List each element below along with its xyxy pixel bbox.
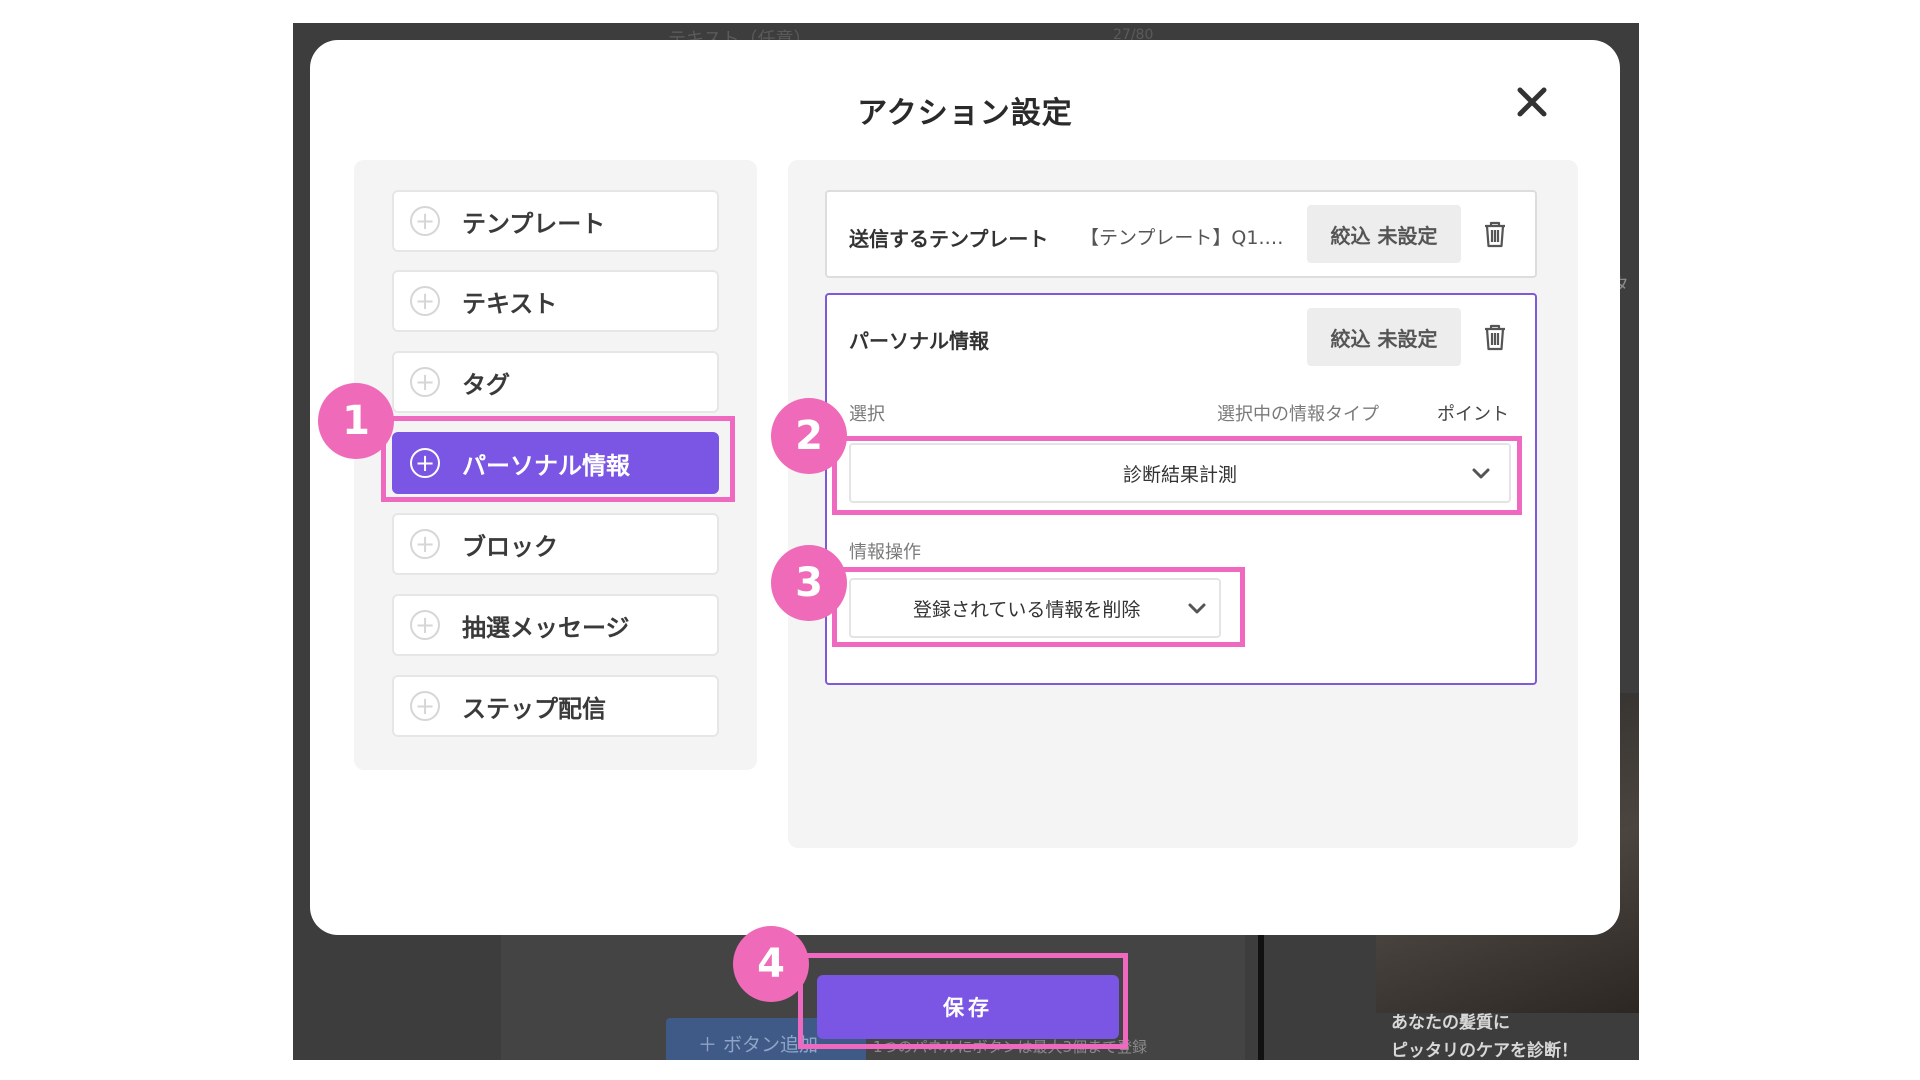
menu-item-label: タグ xyxy=(462,370,510,399)
close-icon[interactable] xyxy=(1512,82,1552,122)
save-button[interactable]: 保存 xyxy=(817,975,1119,1039)
menu-item-lottery-message[interactable]: + 抽選メッセージ xyxy=(392,594,719,656)
select-field-label: 選択 xyxy=(849,404,885,425)
trash-icon[interactable] xyxy=(1480,219,1510,249)
menu-item-block[interactable]: + ブロック xyxy=(392,513,719,575)
menu-item-template[interactable]: + テンプレート xyxy=(392,190,719,252)
modal-title: アクション設定 xyxy=(857,96,1073,131)
bg-divider xyxy=(1258,935,1264,1060)
step-badge-4: 4 xyxy=(733,926,809,1002)
step-badge-1: 1 xyxy=(318,383,394,459)
template-action-card: 送信するテンプレート 【テンプレート】Q1.… 絞込 未設定 xyxy=(825,190,1537,278)
filter-button[interactable]: 絞込 未設定 xyxy=(1307,308,1461,366)
template-card-label: 送信するテンプレート xyxy=(849,227,1049,251)
menu-item-label: テンプレート xyxy=(462,209,606,238)
trash-icon[interactable] xyxy=(1480,322,1510,352)
menu-item-label: ブロック xyxy=(462,532,558,561)
plus-circle-icon: + xyxy=(410,286,440,316)
plus-circle-icon: + xyxy=(410,529,440,559)
plus-circle-icon: + xyxy=(410,206,440,236)
menu-item-text[interactable]: + テキスト xyxy=(392,270,719,332)
menu-item-label: ステップ配信 xyxy=(462,694,606,723)
filter-button[interactable]: 絞込 未設定 xyxy=(1307,205,1461,263)
personal-card-label: パーソナル情報 xyxy=(849,329,989,353)
plus-circle-icon: + xyxy=(410,610,440,640)
highlight-box-2 xyxy=(832,436,1522,515)
menu-item-label: テキスト xyxy=(462,289,558,318)
menu-item-label: 抽選メッセージ xyxy=(462,613,630,642)
bg-caption-line1: あなたの髪質に xyxy=(1391,1013,1510,1033)
menu-item-step-delivery[interactable]: + ステップ配信 xyxy=(392,675,719,737)
step-badge-2: 2 xyxy=(771,398,847,474)
info-type-label: 選択中の情報タイプ xyxy=(1217,404,1379,425)
template-card-value: 【テンプレート】Q1.… xyxy=(1080,227,1284,249)
menu-item-tag[interactable]: + タグ xyxy=(392,351,719,413)
plus-circle-icon: + xyxy=(410,367,440,397)
highlight-box-1 xyxy=(381,416,735,502)
operation-field-label: 情報操作 xyxy=(849,542,921,563)
plus-circle-icon: + xyxy=(410,691,440,721)
bg-caption-line2: ピッタリのケアを診断！ xyxy=(1391,1041,1578,1060)
highlight-box-3 xyxy=(832,567,1245,647)
step-badge-3: 3 xyxy=(771,545,847,621)
info-type-value: ポイント xyxy=(1437,404,1509,425)
